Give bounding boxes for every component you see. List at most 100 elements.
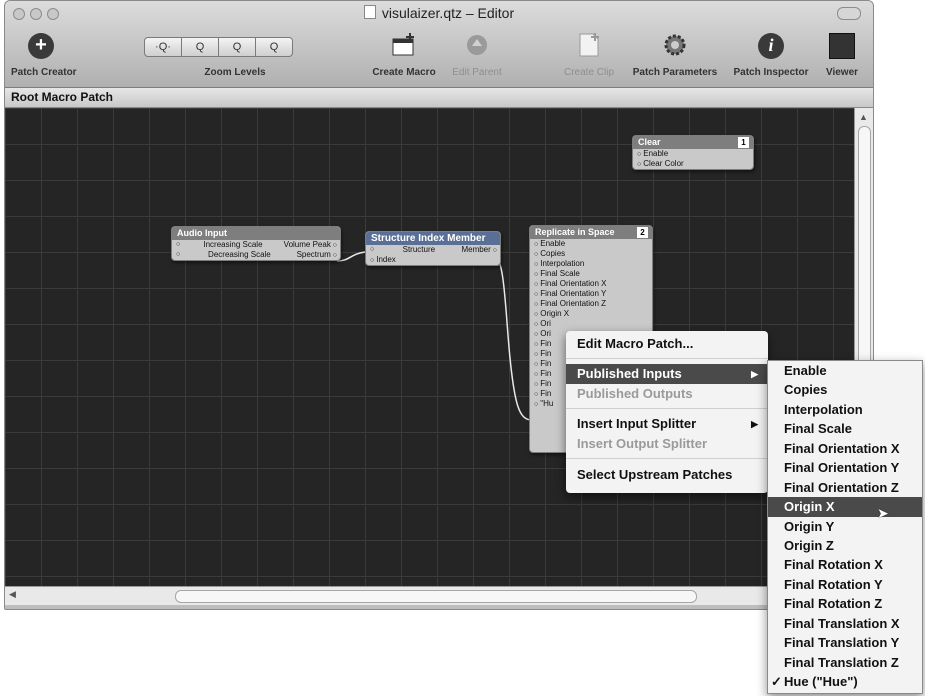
- input-port[interactable]: Ori: [530, 319, 652, 329]
- viewer-button[interactable]: Viewer: [817, 31, 867, 78]
- input-port[interactable]: Copies: [530, 249, 652, 259]
- output-port[interactable]: Spectrum: [297, 250, 337, 260]
- submenu-list: Enable Copies Interpolation Final Scale Fina…: [768, 361, 922, 691]
- input-port[interactable]: Final Orientation Y: [530, 289, 652, 299]
- input-port[interactable]: Final Orientation X: [530, 279, 652, 289]
- submenu-item[interactable]: Final Orientation X: [768, 439, 922, 458]
- submenu-item-label: Final Translation Z: [784, 654, 899, 670]
- viewer-icon: [829, 33, 855, 59]
- menu-item-insert-input-splitter[interactable]: Insert Input Splitter ▶: [566, 414, 768, 434]
- patch-header: Replicate in Space 2: [530, 226, 652, 239]
- menu-separator: [566, 358, 768, 359]
- submenu-item[interactable]: Final Translation Z: [768, 653, 922, 672]
- menu-item-label: Insert Input Splitter: [577, 416, 697, 431]
- patch-creator-label: Patch Creator: [11, 67, 77, 78]
- zoom-actual-button[interactable]: Q: [218, 37, 256, 57]
- scroll-left-icon[interactable]: ◀: [9, 589, 16, 600]
- create-macro-button[interactable]: Create Macro: [367, 31, 441, 78]
- input-port[interactable]: Index: [366, 255, 500, 265]
- input-port[interactable]: Clear Color: [633, 159, 753, 169]
- patch-title: Clear: [638, 137, 661, 147]
- input-port[interactable]: Decreasing Scale: [208, 250, 271, 260]
- submenu-item[interactable]: Interpolation: [768, 400, 922, 419]
- input-port[interactable]: Enable: [633, 149, 753, 159]
- edit-parent-icon: [467, 35, 487, 55]
- submenu-item-label: Final Orientation Z: [784, 479, 899, 495]
- title-bar: visulaizer.qtz – Editor + Patch Creator …: [5, 1, 873, 88]
- submenu-item-label: Final Orientation Y: [784, 460, 900, 476]
- submenu-item-label: Origin Y: [784, 518, 835, 534]
- scroll-up-icon[interactable]: ▲: [859, 112, 868, 122]
- toolbar-toggle-button[interactable]: [837, 7, 861, 20]
- submenu-item-label: Hue ("Hue"): [784, 674, 858, 689]
- submenu-item[interactable]: Final Orientation Z: [768, 478, 922, 497]
- input-port[interactable]: Increasing Scale: [203, 240, 262, 250]
- zoom-out-button[interactable]: Q: [181, 37, 219, 57]
- document-icon: [363, 5, 376, 19]
- submenu-item[interactable]: Enable: [768, 361, 922, 380]
- port-row[interactable]: Structure Member: [366, 245, 500, 255]
- submenu-item[interactable]: Origin Z: [768, 536, 922, 555]
- submenu-item[interactable]: Final Rotation Z: [768, 594, 922, 613]
- submenu-item[interactable]: Final Rotation Y: [768, 575, 922, 594]
- submenu-item[interactable]: Final Rotation X: [768, 555, 922, 574]
- submenu-item[interactable]: Final Translation X: [768, 614, 922, 633]
- submenu-item-label: Origin Z: [784, 537, 834, 553]
- menu-item-published-inputs[interactable]: Published Inputs ▶: [566, 364, 768, 384]
- output-port[interactable]: Volume Peak: [284, 240, 337, 250]
- patch-title: Audio Input: [177, 228, 227, 238]
- submenu-item[interactable]: Final Scale: [768, 419, 922, 438]
- patch-header: Audio Input: [172, 227, 340, 240]
- edit-parent-button[interactable]: Edit Parent: [445, 31, 509, 78]
- submenu-item[interactable]: Copies: [768, 380, 922, 399]
- plus-icon: +: [28, 33, 54, 59]
- create-macro-label: Create Macro: [372, 67, 436, 78]
- input-port[interactable]: Final Orientation Z: [530, 299, 652, 309]
- patch-header: Clear 1: [633, 136, 753, 149]
- submenu-item-label: Final Rotation X: [784, 557, 883, 573]
- menu-separator: [566, 408, 768, 409]
- patch-audio-input[interactable]: Audio Input Increasing ScaleVolume Peak …: [171, 226, 341, 261]
- patch-header: Structure Index Member: [366, 232, 500, 245]
- input-port[interactable]: Structure: [403, 245, 435, 255]
- submenu-item-label: Final Rotation Y: [784, 576, 883, 592]
- horizontal-scrollbar[interactable]: ◀: [5, 586, 872, 605]
- submenu-item[interactable]: Final Orientation Y: [768, 458, 922, 477]
- submenu-item[interactable]: Final Translation Y: [768, 633, 922, 652]
- viewer-label: Viewer: [825, 67, 859, 78]
- submenu-item-label: Copies: [784, 382, 828, 398]
- patch-clear[interactable]: Clear 1 Enable Clear Color: [632, 135, 754, 170]
- input-port[interactable]: Origin X: [530, 309, 652, 319]
- output-port[interactable]: Member: [461, 245, 497, 255]
- submenu-item-label: Origin X: [784, 499, 835, 515]
- port-row[interactable]: Increasing Scale Volume Peak: [172, 240, 340, 250]
- input-port[interactable]: Interpolation: [530, 259, 652, 269]
- submenu-item[interactable]: Origin X: [768, 497, 922, 517]
- menu-item-edit-macro[interactable]: Edit Macro Patch...: [566, 334, 768, 354]
- submenu-item[interactable]: ✓ Hue ("Hue"): [768, 672, 922, 691]
- port-row[interactable]: Decreasing Scale Spectrum: [172, 250, 340, 260]
- zoom-in-button[interactable]: Q: [255, 37, 293, 57]
- menu-item-select-upstream[interactable]: Select Upstream Patches: [566, 465, 768, 485]
- patch-title: Replicate in Space: [535, 227, 615, 237]
- menu-item-published-outputs[interactable]: Published Outputs: [566, 384, 768, 404]
- zoom-fit-button[interactable]: ·Q·: [144, 37, 182, 57]
- horizontal-scroll-thumb[interactable]: [175, 590, 697, 603]
- input-port[interactable]: Enable: [530, 239, 652, 249]
- patch-creator-button[interactable]: + Patch Creator: [11, 31, 77, 78]
- window-title: visulaizer.qtz – Editor: [5, 5, 873, 21]
- patch-structure-index-member[interactable]: Structure Index Member Structure Member I…: [365, 231, 501, 266]
- patch-parameters-button[interactable]: Patch Parameters: [625, 31, 725, 78]
- patch-inspector-button[interactable]: i Patch Inspector: [727, 31, 815, 78]
- submenu-item-label: Enable: [784, 363, 827, 378]
- menu-item-insert-output-splitter[interactable]: Insert Output Splitter: [566, 434, 768, 454]
- input-port[interactable]: Final Scale: [530, 269, 652, 279]
- create-clip-label: Create Clip: [563, 67, 615, 78]
- window-title-text: visulaizer.qtz – Editor: [381, 5, 515, 21]
- submenu-item-label: Interpolation: [784, 401, 863, 417]
- breadcrumb[interactable]: Root Macro Patch: [5, 88, 873, 108]
- mouse-pointer-icon: ➤: [877, 505, 889, 521]
- gear-icon: [664, 34, 686, 56]
- submenu-item[interactable]: Origin Y: [768, 517, 922, 536]
- create-clip-button[interactable]: Create Clip: [557, 31, 621, 78]
